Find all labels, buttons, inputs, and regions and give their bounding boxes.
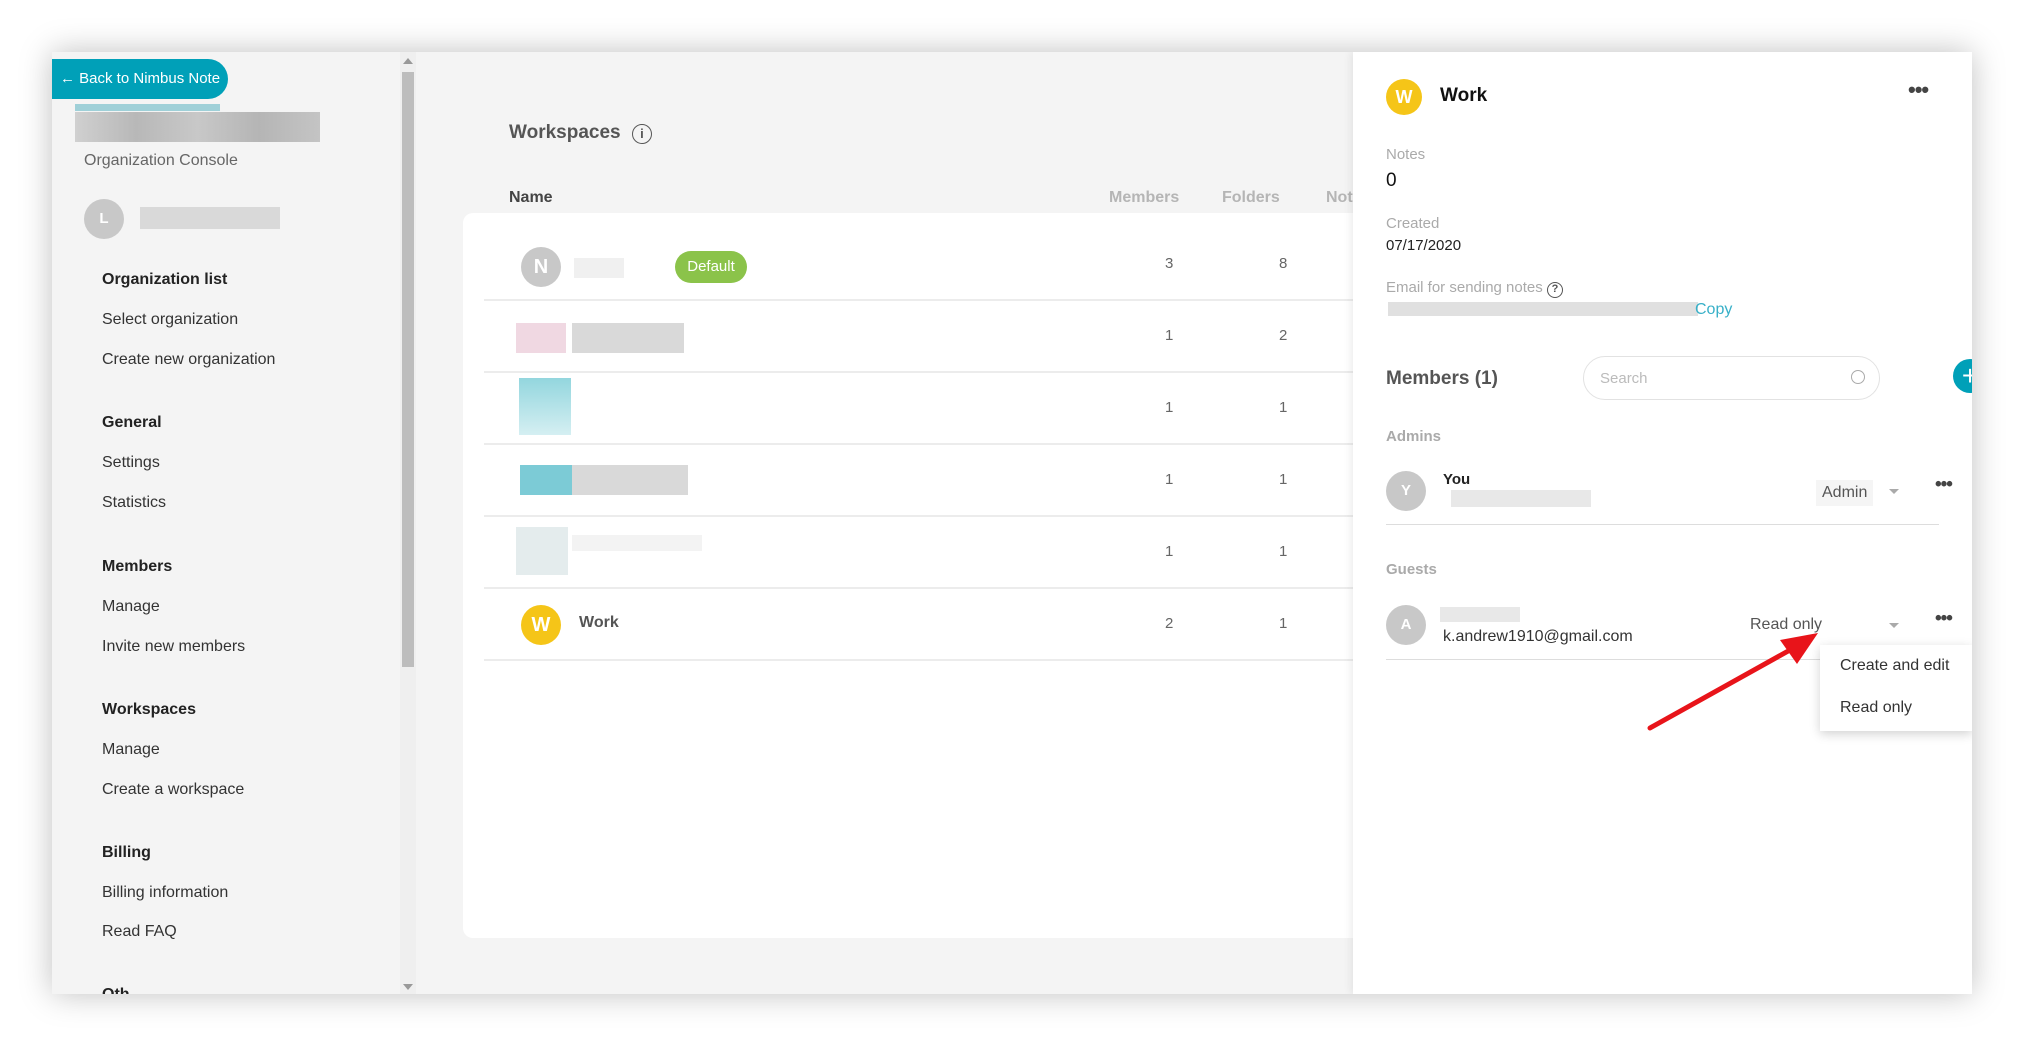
annotation-arrow-icon xyxy=(1647,633,1818,731)
